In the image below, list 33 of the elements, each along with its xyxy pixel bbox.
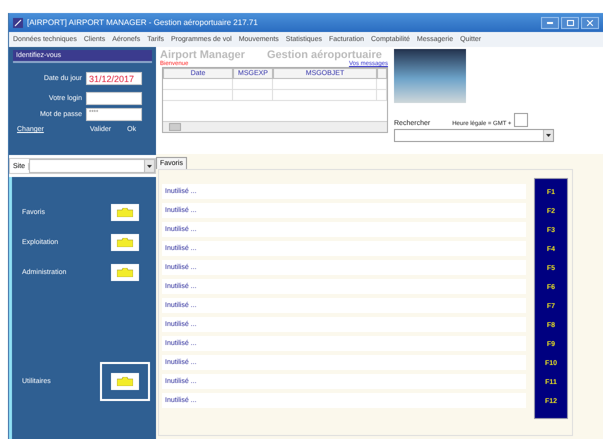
- app-icon: [13, 18, 23, 28]
- horizontal-scrollbar[interactable]: [163, 121, 387, 132]
- folder-icon: [117, 238, 133, 246]
- table-cell: [163, 90, 233, 101]
- table-cell: [233, 79, 273, 90]
- close-button[interactable]: [581, 16, 599, 28]
- caret-icon: [546, 134, 551, 137]
- table-cell: [233, 90, 273, 101]
- folder-button[interactable]: [111, 264, 139, 280]
- caret-icon: [147, 164, 152, 168]
- login-field[interactable]: [86, 92, 142, 105]
- app-subtitle: Gestion aéroportuaire: [266, 49, 382, 61]
- maximize-button[interactable]: [561, 16, 579, 28]
- scrollbar-track[interactable]: [377, 90, 387, 101]
- site-dropdown[interactable]: [29, 159, 155, 173]
- search-dropdown[interactable]: [394, 129, 554, 142]
- maximize-icon: [566, 20, 574, 26]
- folder-icon: [117, 208, 133, 216]
- table-cell: [163, 79, 233, 90]
- scroll-up-button[interactable]: [377, 68, 387, 79]
- window-title: [AIRPORT] AIRPORT MANAGER - Gestion aéroportuaire 217.71: [27, 18, 258, 27]
- gmt-field[interactable]: [514, 113, 528, 127]
- close-icon: [587, 20, 593, 26]
- minimize-icon: [547, 22, 553, 24]
- folder-button[interactable]: [111, 204, 139, 220]
- folder-button[interactable]: [111, 234, 139, 250]
- folder-button[interactable]: [111, 372, 139, 390]
- photo-placeholder: [394, 49, 466, 103]
- app-title: Airport Manager: [160, 49, 245, 61]
- folder-icon: [117, 268, 133, 276]
- date-field[interactable]: 31/12/2017: [86, 72, 142, 85]
- folder-icon: [117, 376, 133, 386]
- minimize-button[interactable]: [541, 16, 559, 28]
